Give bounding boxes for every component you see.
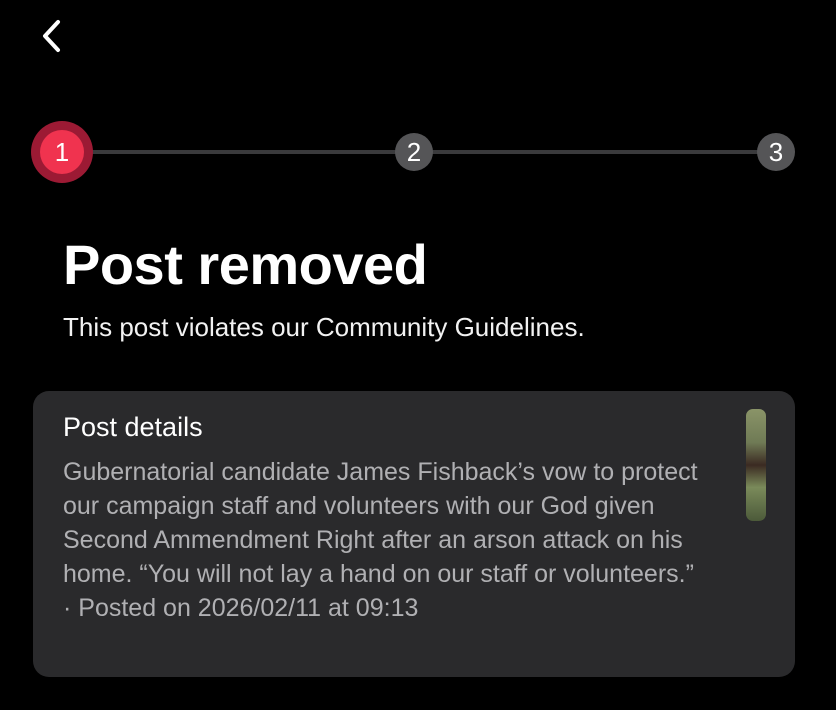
step-connector — [92, 150, 396, 154]
post-text: Gubernatorial candidate James Fishback’s… — [63, 458, 698, 588]
post-thumbnail — [746, 409, 766, 521]
step-3-indicator: 3 — [757, 133, 795, 171]
post-details-card[interactable]: Post details Gubernatorial candidate Jam… — [33, 391, 795, 677]
step-connector — [432, 150, 758, 154]
page-subtitle: This post violates our Community Guideli… — [63, 312, 585, 342]
progress-stepper: 1 2 3 — [0, 0, 836, 200]
step-label: 1 — [54, 136, 70, 167]
post-details-body: Gubernatorial candidate James Fishback’s… — [63, 455, 728, 625]
step-label: 3 — [768, 136, 784, 167]
post-details-heading: Post details — [63, 412, 203, 442]
post-timestamp: · Posted on 2026/02/11 at 09:13 — [63, 594, 419, 622]
step-2-indicator: 2 — [395, 133, 433, 171]
page-title: Post removed — [63, 233, 428, 296]
step-label: 2 — [406, 136, 422, 167]
step-1-indicator: 1 — [31, 121, 93, 183]
